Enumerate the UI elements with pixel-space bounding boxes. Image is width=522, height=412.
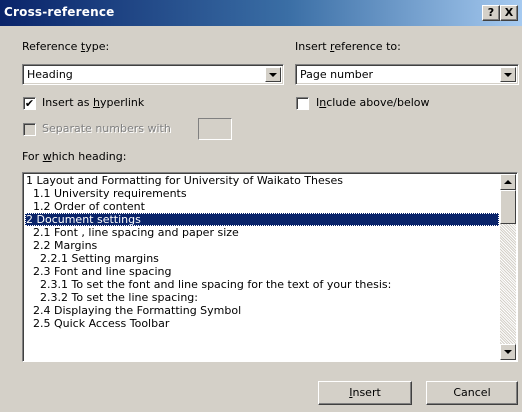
dialog-title: Cross-reference <box>4 5 115 19</box>
scroll-thumb[interactable] <box>500 190 516 224</box>
help-button[interactable]: ? <box>482 5 500 21</box>
separate-numbers-input[interactable] <box>198 118 232 140</box>
chevron-down-icon <box>504 350 512 354</box>
reference-type-label-pre: Reference <box>22 40 81 53</box>
chevron-down-icon <box>269 73 277 77</box>
for-which-heading-label-post: hich heading: <box>51 150 127 163</box>
heading-item-selected[interactable]: 2 Document settings <box>25 213 499 226</box>
insert-button-rest: nsert <box>352 386 381 399</box>
chevron-up-icon <box>504 180 512 184</box>
heading-item[interactable]: 2.4 Displaying the Formatting Symbol <box>25 304 499 317</box>
separate-numbers-label: Separate numbers with <box>42 122 171 135</box>
heading-item[interactable]: 1.1 University requirements <box>25 187 499 200</box>
reference-type-label: Reference type: <box>22 40 109 53</box>
heading-item[interactable]: 2.2 Margins <box>25 239 499 252</box>
title-bar[interactable]: Cross-reference ? X <box>0 0 522 26</box>
insert-as-hyperlink-label-post: yperlink <box>100 96 145 109</box>
heading-item[interactable]: 1.2 Order of content <box>25 200 499 213</box>
for-which-heading-label-pre: For <box>22 150 43 163</box>
heading-item[interactable]: 2.1 Font , line spacing and paper size <box>25 226 499 239</box>
reference-type-dropdown-button[interactable] <box>265 67 281 82</box>
reference-type-label-post: ype: <box>85 40 110 53</box>
insert-as-hyperlink-label-pre: Insert as <box>42 96 94 109</box>
scroll-up-button[interactable] <box>500 174 516 190</box>
cancel-button[interactable]: Cancel <box>426 381 518 405</box>
insert-reference-to-dropdown-button[interactable] <box>500 67 516 82</box>
heading-item[interactable]: 2.3.2 To set the line spacing: <box>25 291 499 304</box>
heading-item[interactable]: 2.5 Quick Access Toolbar <box>25 317 499 330</box>
insert-as-hyperlink-checkbox[interactable]: ✔ <box>23 97 36 110</box>
reference-type-value: Heading <box>27 68 73 81</box>
reference-type-select[interactable]: Heading <box>22 64 284 85</box>
insert-reference-to-select[interactable]: Page number <box>295 64 519 85</box>
heading-listbox[interactable]: 1 Layout and Formatting for University o… <box>22 172 518 362</box>
separate-numbers-checkbox[interactable] <box>23 123 36 136</box>
include-above-below-label-post: clude above/below <box>326 96 430 109</box>
heading-item[interactable]: 1 Layout and Formatting for University o… <box>25 174 499 187</box>
insert-reference-to-value: Page number <box>300 68 374 81</box>
insert-reference-to-label-pre: Insert <box>295 40 331 53</box>
insert-as-hyperlink-label[interactable]: Insert as hyperlink <box>42 96 144 109</box>
insert-reference-to-label: Insert reference to: <box>295 40 401 53</box>
insert-as-hyperlink-label-key: h <box>93 96 100 109</box>
heading-list-scrollbar[interactable] <box>500 174 516 360</box>
insert-reference-to-label-post: eference to: <box>334 40 401 53</box>
for-which-heading-label-key: w <box>42 150 52 163</box>
heading-item[interactable]: 2.2.1 Setting margins <box>25 252 499 265</box>
for-which-heading-label: For which heading: <box>22 150 126 163</box>
insert-button[interactable]: Insert <box>318 381 412 405</box>
close-button[interactable]: X <box>500 5 518 21</box>
heading-item[interactable]: 2.3.1 To set the font and line spacing f… <box>25 278 499 291</box>
chevron-down-icon <box>504 73 512 77</box>
include-above-below-label[interactable]: Include above/below <box>316 96 430 109</box>
heading-item[interactable]: 2.3 Font and line spacing <box>25 265 499 278</box>
include-above-below-checkbox[interactable] <box>296 97 309 110</box>
scroll-down-button[interactable] <box>500 344 516 360</box>
